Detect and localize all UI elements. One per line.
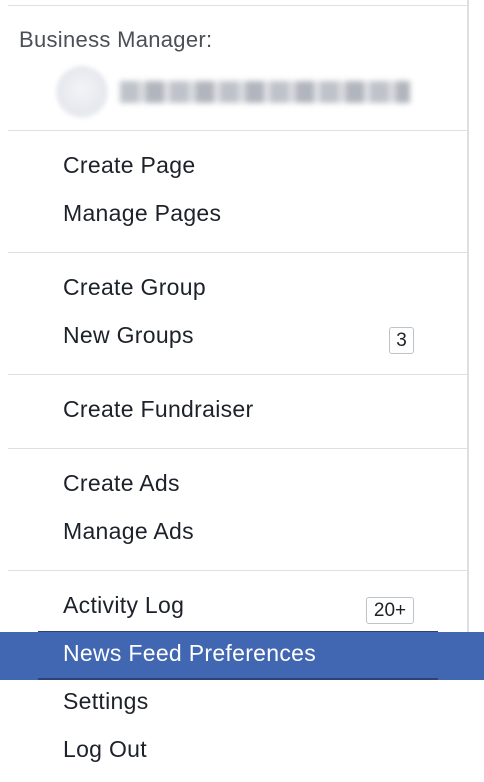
divider [8, 448, 468, 449]
business-account-item[interactable] [56, 64, 416, 120]
divider [8, 252, 468, 253]
create-page-item[interactable]: Create Page [0, 144, 467, 192]
divider [8, 374, 468, 375]
manage-ads-label: Manage Ads [63, 518, 194, 544]
avatar [56, 66, 108, 118]
activity-log-label: Activity Log [63, 592, 185, 618]
manage-pages-item[interactable]: Manage Pages [0, 192, 467, 240]
new-groups-item[interactable]: New Groups 3 [0, 314, 467, 362]
create-ads-label: Create Ads [63, 470, 180, 496]
manage-pages-label: Manage Pages [63, 200, 222, 226]
business-account-name [120, 81, 410, 103]
news-feed-preferences-item[interactable]: News Feed Preferences [0, 632, 484, 680]
divider [8, 130, 468, 131]
account-dropdown-menu: Business Manager: Create Page Manage Pag… [0, 0, 484, 782]
log-out-label: Log Out [63, 736, 147, 762]
create-ads-item[interactable]: Create Ads [0, 462, 467, 510]
activity-log-item[interactable]: Activity Log 20+ [0, 584, 467, 632]
news-feed-preferences-label: News Feed Preferences [63, 640, 317, 666]
create-fundraiser-label: Create Fundraiser [63, 396, 254, 422]
activity-log-count-badge: 20+ [366, 597, 414, 624]
create-group-item[interactable]: Create Group [0, 266, 467, 314]
create-page-label: Create Page [63, 152, 196, 178]
manage-ads-item[interactable]: Manage Ads [0, 510, 467, 558]
settings-item[interactable]: Settings [0, 680, 467, 728]
divider [8, 570, 468, 571]
new-groups-label: New Groups [63, 322, 194, 348]
create-group-label: Create Group [63, 274, 206, 300]
settings-label: Settings [63, 688, 149, 714]
menu-border [467, 0, 469, 632]
business-manager-header: Business Manager: [19, 27, 213, 52]
log-out-item[interactable]: Log Out [0, 728, 467, 776]
new-groups-count-badge: 3 [389, 327, 414, 354]
divider [8, 5, 468, 6]
create-fundraiser-item[interactable]: Create Fundraiser [0, 388, 467, 436]
